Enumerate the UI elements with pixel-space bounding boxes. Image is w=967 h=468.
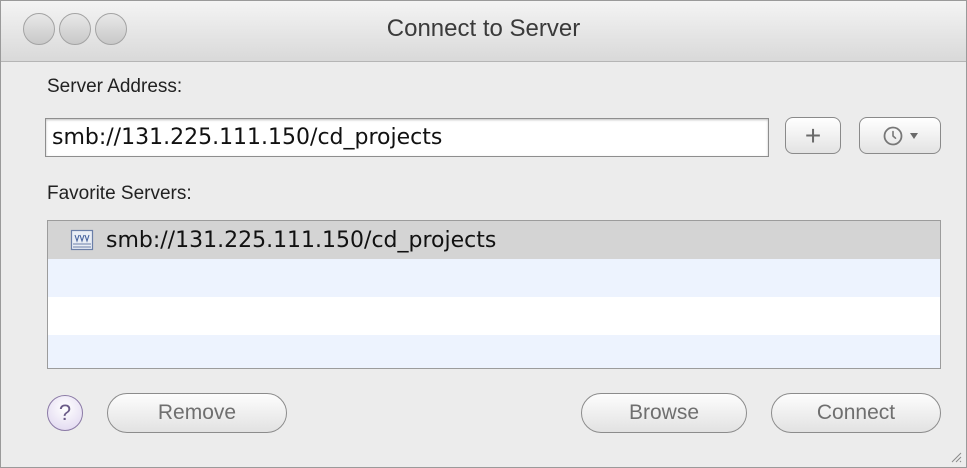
recent-servers-button[interactable] [859,117,941,154]
remove-button[interactable]: Remove [107,393,287,433]
add-favorite-button[interactable]: + [785,117,841,154]
list-item-label: smb://131.225.111.150/cd_projects [106,227,497,253]
list-item[interactable]: smb://131.225.111.150/cd_projects [48,221,940,259]
favorite-servers-label: Favorite Servers: [47,183,192,204]
resize-grip-icon[interactable] [948,449,962,463]
network-server-icon [70,229,94,251]
help-icon: ? [58,400,72,425]
connect-button[interactable]: Connect [771,393,941,433]
titlebar: Connect to Server [1,1,966,62]
chevron-down-icon [910,132,918,139]
favorite-servers-list: smb://131.225.111.150/cd_projects [47,220,941,369]
help-button[interactable]: ? [47,395,83,431]
window-title: Connect to Server [386,15,581,42]
browse-button[interactable]: Browse [581,393,747,433]
connect-to-server-window: Connect to Server Server Address: smb://… [0,0,967,468]
server-address-label: Server Address: [47,76,183,97]
plus-icon: + [804,119,822,151]
server-address-input[interactable]: smb://131.225.111.150/cd_projects [45,118,769,157]
clock-icon [883,126,903,145]
list-row-empty [48,297,940,335]
list-row-empty [48,335,940,368]
list-row-empty [48,259,940,297]
